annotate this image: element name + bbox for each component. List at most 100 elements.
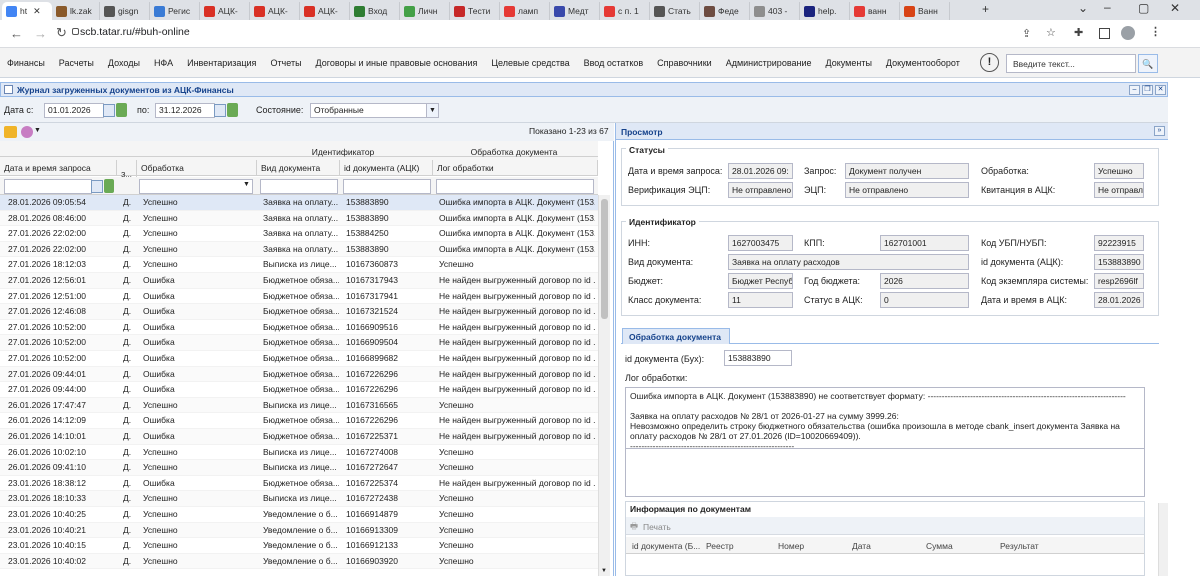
table-row[interactable]: 27.01.2026 12:56:01 Д. Ошибка Бюджетное обя… [0,273,598,289]
browser-tab[interactable]: АЦК- [250,2,300,20]
calendar-icon[interactable] [91,180,103,193]
table-row[interactable]: 27.01.2026 09:44:01 Д. Ошибка Бюджетное обя… [0,366,598,383]
share-icon[interactable]: ⇪ [1022,27,1031,40]
panel-close-icon[interactable]: ✕ [1155,85,1166,95]
table-row[interactable]: 23.01.2026 18:38:12 Д. Ошибка Бюджетное обя… [0,476,598,492]
date-clear-icon[interactable] [116,103,127,117]
browser-tab[interactable]: ht ✕ [2,2,52,20]
tab-search-icon[interactable]: ⌄ [1078,1,1088,15]
print-icon[interactable]: 🖶 [630,521,638,535]
info-column-header[interactable]: Сумма [926,541,953,551]
table-row[interactable]: 26.01.2026 14:12:09 Д. Ошибка Бюджетное обя… [0,413,598,429]
browser-tab[interactable]: Стать [650,2,700,20]
menu-item[interactable]: Документооборот [879,58,967,68]
profile-avatar[interactable] [1121,26,1135,40]
site-info-icon[interactable] [72,28,79,35]
column-header-date[interactable]: Дата и время запроса [0,160,117,176]
filter-status-select[interactable] [139,179,253,194]
grid-scrollbar[interactable]: ▼ [598,195,610,576]
browser-tab[interactable]: АЦК- [200,2,250,20]
table-row[interactable]: 27.01.2026 12:46:08 Д. Ошибка Бюджетное обя… [0,304,598,320]
chevron-down-icon[interactable]: ▼ [243,181,250,188]
side-panel-icon[interactable] [1099,28,1110,39]
menu-item[interactable]: НФА [147,58,180,68]
column-header-doc-type[interactable]: Вид документа [257,160,340,176]
menu-item[interactable]: Документы [819,58,879,68]
table-row[interactable]: 28.01.2026 09:05:54 Д. Успешно Заявка на оп… [0,195,598,211]
filter-clear-icon[interactable] [104,179,114,193]
table-row[interactable]: 27.01.2026 10:52:00 Д. Ошибка Бюджетное обя… [0,351,598,367]
extensions-icon[interactable]: ✚ [1074,26,1083,39]
search-icon[interactable]: 🔍 [1138,54,1158,73]
preview-scrollbar[interactable] [1158,503,1168,576]
table-row[interactable]: 27.01.2026 09:44:00 Д. Ошибка Бюджетное обя… [0,382,598,398]
info-column-header[interactable]: Реестр [706,541,734,551]
table-row[interactable]: 26.01.2026 10:02:10 Д. Успешно Выписка из л… [0,445,598,461]
edit-icon[interactable] [4,126,17,138]
maximize-icon[interactable]: ▢ [1138,1,1149,15]
menu-item[interactable]: Финансы [0,58,52,68]
info-column-header[interactable]: Дата [852,541,871,551]
browser-tab[interactable]: с п. 1 [600,2,650,20]
menu-item[interactable]: Целевые средства [484,58,576,68]
notifications-icon[interactable]: ! [980,53,999,72]
grid-scroll-thumb[interactable] [601,199,608,319]
table-row[interactable]: 23.01.2026 10:40:15 Д. Успешно Уведомление … [0,538,598,554]
table-row[interactable]: 26.01.2026 17:47:47 Д. Успешно Выписка из л… [0,397,598,414]
table-row[interactable]: 27.01.2026 22:02:00 Д. Успешно Заявка на оп… [0,226,598,242]
calendar-icon[interactable] [214,104,226,117]
table-row[interactable]: 27.01.2026 18:12:03 Д. Успешно Выписка из л… [0,257,598,273]
table-row[interactable]: 23.01.2026 10:40:02 Д. Успешно Уведомление … [0,553,598,570]
browser-tab[interactable]: ванн [850,2,900,20]
browser-tab[interactable]: 403 - [750,2,800,20]
browser-tab[interactable]: Вход [350,2,400,20]
menu-item[interactable]: Договоры и иные правовые основания [309,58,485,68]
browser-tab[interactable]: АЦК- [300,2,350,20]
menu-item[interactable]: Расчеты [52,58,101,68]
close-window-icon[interactable]: ✕ [1170,1,1180,15]
table-row[interactable]: 27.01.2026 12:51:00 Д. Ошибка Бюджетное обя… [0,289,598,305]
browser-tab[interactable]: Феде [700,2,750,20]
collapse-panel-icon[interactable]: » [1154,126,1165,136]
filter-date-input[interactable] [4,179,92,194]
table-row[interactable]: 23.01.2026 10:40:21 Д. Успешно Уведомление … [0,522,598,539]
column-header-status[interactable]: Обработка [137,160,257,176]
panel-minimize-icon[interactable]: – [1129,85,1140,95]
browser-tab[interactable]: ламп [500,2,550,20]
filter-type-input[interactable] [260,179,338,194]
info-column-header[interactable]: id документа (Б... [632,541,700,551]
table-row[interactable]: 23.01.2026 10:40:25 Д. Успешно Уведомление … [0,507,598,523]
new-tab-button[interactable]: + [982,2,989,16]
table-row[interactable]: 28.01.2026 08:46:00 Д. Успешно Заявка на оп… [0,210,598,227]
chevron-down-icon[interactable]: ▼ [34,127,41,134]
log-text[interactable]: Ошибка импорта в АЦК. Документ (15388389… [625,387,1145,449]
browser-menu-icon[interactable]: ⋮ [1150,25,1161,38]
browser-tab[interactable]: help. [800,2,850,20]
menu-item[interactable]: Администрирование [719,58,819,68]
close-tab-icon[interactable]: ✕ [33,6,41,17]
tab-processing-document[interactable]: Обработка документа [622,328,730,344]
browser-tab[interactable]: Ванн [900,2,950,20]
bookmark-star-icon[interactable]: ☆ [1046,26,1056,39]
browser-tab[interactable]: gisgn [100,2,150,20]
menu-item[interactable]: Инвентаризация [180,58,263,68]
print-button[interactable]: Печать [643,522,671,532]
actions-icon[interactable] [21,126,33,138]
minimize-icon[interactable]: – [1104,0,1111,14]
menu-item[interactable]: Доходы [101,58,147,68]
table-row[interactable]: 26.01.2026 09:41:10 Д. Успешно Выписка из л… [0,460,598,476]
menu-item[interactable]: Ввод остатков [577,58,651,68]
browser-tab[interactable]: lk.zak [52,2,100,20]
browser-tab[interactable]: Регис [150,2,200,20]
table-row[interactable]: 27.01.2026 22:02:00 Д. Успешно Заявка на оп… [0,241,598,258]
filter-id-input[interactable] [343,179,431,194]
url-field[interactable]: scb.tatar.ru/#buh-online [80,26,190,38]
back-icon[interactable]: ← [10,26,23,41]
column-header-doc-id[interactable]: id документа (АЦК) [340,160,433,176]
state-select[interactable]: Отобранные [310,103,427,118]
browser-tab[interactable]: Медт [550,2,600,20]
filter-log-input[interactable] [436,179,594,194]
reload-icon[interactable]: ↻ [56,25,67,41]
calendar-icon[interactable] [103,104,115,117]
date-clear-icon[interactable] [227,103,238,117]
